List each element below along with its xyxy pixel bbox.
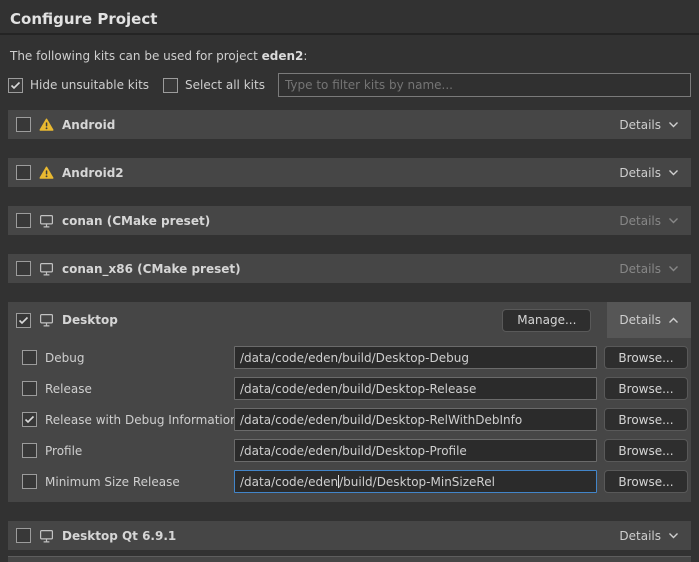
build-config-row: Release with Debug Information/data/code… xyxy=(22,408,688,431)
build-config-row: Debug/data/code/eden/build/Desktop-Debug… xyxy=(22,346,688,369)
chevron-down-icon xyxy=(668,217,679,224)
check-icon xyxy=(10,81,21,90)
intro-prefix: The following kits can be used for proje… xyxy=(10,49,262,63)
check-icon xyxy=(18,316,29,325)
config-label: Release xyxy=(45,382,234,396)
details-toggle[interactable]: Details xyxy=(619,529,679,543)
path-text: /data/code/eden/build/Desktop-Debug xyxy=(240,351,469,365)
chevron-down-icon xyxy=(668,121,679,128)
path-input[interactable]: /data/code/eden/build/Desktop-MinSizeRel xyxy=(234,470,597,493)
path-input[interactable]: /data/code/eden/build/Desktop-Debug xyxy=(234,346,597,369)
kit-header-row: Desktop Manage... Details xyxy=(8,302,691,338)
kit-checkbox[interactable] xyxy=(16,165,31,180)
kit-checkbox[interactable] xyxy=(16,117,31,132)
kit-name: Desktop xyxy=(62,313,118,327)
kit-section-expanded: Desktop Manage... Details Debug/data/code/e… xyxy=(8,302,691,502)
details-label: Details xyxy=(619,118,661,132)
intro-suffix: : xyxy=(303,49,307,63)
path-text-before-caret: /data/code/eden xyxy=(240,475,338,489)
kit-row: conan_x86 (CMake preset) Details xyxy=(8,254,691,283)
page-header: Configure Project xyxy=(0,0,699,35)
desktop-icon-wrap xyxy=(39,214,54,228)
kit-name: Android xyxy=(62,118,115,132)
warning-icon xyxy=(39,118,54,131)
kit-name: conan (CMake preset) xyxy=(62,214,210,228)
path-input[interactable]: /data/code/eden/build/Desktop-RelWithDeb… xyxy=(234,408,597,431)
build-config-row: Release/data/code/eden/build/Desktop-Rel… xyxy=(22,377,688,400)
project-name: eden2 xyxy=(262,49,304,63)
details-toggle[interactable]: Details xyxy=(607,302,691,338)
manage-button[interactable]: Manage... xyxy=(502,309,591,332)
config-checkbox[interactable] xyxy=(22,474,37,489)
next-kit-row-partial xyxy=(8,556,691,562)
config-checkbox[interactable] xyxy=(22,350,37,365)
page-title: Configure Project xyxy=(10,10,689,28)
kit-checkbox[interactable] xyxy=(16,528,31,543)
details-toggle: Details xyxy=(619,214,679,228)
path-text: /data/code/eden/build/Desktop-Release xyxy=(240,382,476,396)
desktop-icon xyxy=(39,262,54,276)
details-label: Details xyxy=(619,313,661,327)
kit-filter-input[interactable] xyxy=(278,73,691,97)
desktop-icon-wrap xyxy=(39,313,54,327)
details-label: Details xyxy=(619,166,661,180)
kit-name: conan_x86 (CMake preset) xyxy=(62,262,241,276)
build-config-row: Profile/data/code/eden/build/Desktop-Pro… xyxy=(22,439,688,462)
chevron-down-icon xyxy=(668,169,679,176)
kit-name: Android2 xyxy=(62,166,124,180)
config-label: Minimum Size Release xyxy=(45,475,234,489)
warning-icon-wrap xyxy=(39,166,54,179)
path-input[interactable]: /data/code/eden/build/Desktop-Release xyxy=(234,377,597,400)
kit-name: Desktop Qt 6.9.1 xyxy=(62,529,176,543)
details-label: Details xyxy=(619,214,661,228)
desktop-icon xyxy=(39,313,54,327)
hide-unsuitable-label: Hide unsuitable kits xyxy=(30,78,149,92)
warning-icon-wrap xyxy=(39,118,54,131)
kit-checkbox[interactable] xyxy=(16,313,31,328)
browse-button[interactable]: Browse... xyxy=(604,377,688,400)
hide-unsuitable-checkbox[interactable] xyxy=(8,78,23,93)
browse-button[interactable]: Browse... xyxy=(604,439,688,462)
select-all-label: Select all kits xyxy=(185,78,265,92)
kit-checkbox[interactable] xyxy=(16,261,31,276)
build-config-row: Minimum Size Release/data/code/eden/buil… xyxy=(22,470,688,493)
details-toggle[interactable]: Details xyxy=(619,166,679,180)
controls-row: Hide unsuitable kits Select all kits xyxy=(8,73,691,97)
desktop-icon xyxy=(39,214,54,228)
browse-button[interactable]: Browse... xyxy=(604,408,688,431)
kit-row: Android2 Details xyxy=(8,158,691,187)
chevron-up-icon xyxy=(668,317,679,324)
check-icon xyxy=(24,415,35,424)
details-label: Details xyxy=(619,529,661,543)
warning-icon xyxy=(39,166,54,179)
kit-list: AndroidDetailsAndroid2Detailsconan (CMak… xyxy=(0,110,699,550)
kit-row: Desktop Qt 6.9.1 Details xyxy=(8,521,691,550)
select-all-checkbox[interactable] xyxy=(163,78,178,93)
path-input[interactable]: /data/code/eden/build/Desktop-Profile xyxy=(234,439,597,462)
chevron-down-icon xyxy=(668,265,679,272)
kit-row: conan (CMake preset) Details xyxy=(8,206,691,235)
config-checkbox[interactable] xyxy=(22,443,37,458)
path-text: /data/code/eden/build/Desktop-Profile xyxy=(240,444,467,458)
config-label: Debug xyxy=(45,351,234,365)
path-text: /data/code/eden/build/Desktop-RelWithDeb… xyxy=(240,413,522,427)
browse-button[interactable]: Browse... xyxy=(604,470,688,493)
chevron-down-icon xyxy=(668,532,679,539)
config-checkbox[interactable] xyxy=(22,412,37,427)
path-text-after-caret: /build/Desktop-MinSizeRel xyxy=(339,475,495,489)
title-divider xyxy=(0,33,699,35)
details-toggle[interactable]: Details xyxy=(619,118,679,132)
intro-text: The following kits can be used for proje… xyxy=(10,49,689,64)
config-label: Release with Debug Information xyxy=(45,413,234,427)
desktop-icon-wrap xyxy=(39,529,54,543)
desktop-icon xyxy=(39,529,54,543)
config-label: Profile xyxy=(45,444,234,458)
details-label: Details xyxy=(619,262,661,276)
browse-button[interactable]: Browse... xyxy=(604,346,688,369)
desktop-icon-wrap xyxy=(39,262,54,276)
details-toggle: Details xyxy=(619,262,679,276)
kit-row: Android Details xyxy=(8,110,691,139)
kit-checkbox[interactable] xyxy=(16,213,31,228)
config-checkbox[interactable] xyxy=(22,381,37,396)
